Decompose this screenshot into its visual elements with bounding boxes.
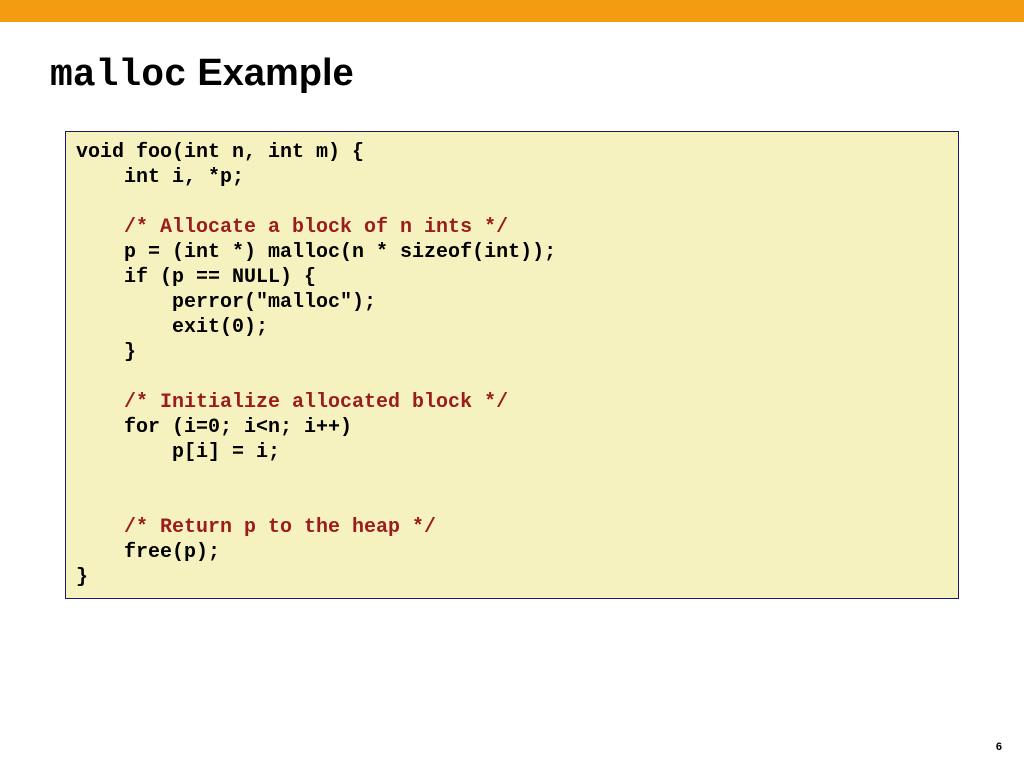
top-accent-bar (0, 0, 1024, 22)
slide-body: malloc Example void foo(int n, int m) { … (0, 22, 1024, 599)
slide-title: malloc Example (50, 52, 974, 97)
page-number: 6 (996, 741, 1002, 753)
code-line: exit(0); (76, 316, 268, 339)
code-line: void foo(int n, int m) { (76, 141, 364, 164)
code-comment: /* Return p to the heap */ (76, 516, 436, 539)
code-line: int i, *p; (76, 166, 244, 189)
title-rest: Example (187, 52, 354, 94)
code-comment: /* Allocate a block of n ints */ (76, 216, 508, 239)
code-line: perror("malloc"); (76, 291, 376, 314)
code-line: p = (int *) malloc(n * sizeof(int)); (76, 241, 556, 264)
code-comment: /* Initialize allocated block */ (76, 391, 508, 414)
code-line: } (76, 341, 136, 364)
code-line: if (p == NULL) { (76, 266, 316, 289)
code-line: } (76, 566, 88, 589)
title-code-word: malloc (50, 54, 187, 97)
code-line: p[i] = i; (76, 441, 280, 464)
code-line: free(p); (76, 541, 220, 564)
code-line: for (i=0; i<n; i++) (76, 416, 352, 439)
code-block: void foo(int n, int m) { int i, *p; /* A… (65, 131, 959, 599)
